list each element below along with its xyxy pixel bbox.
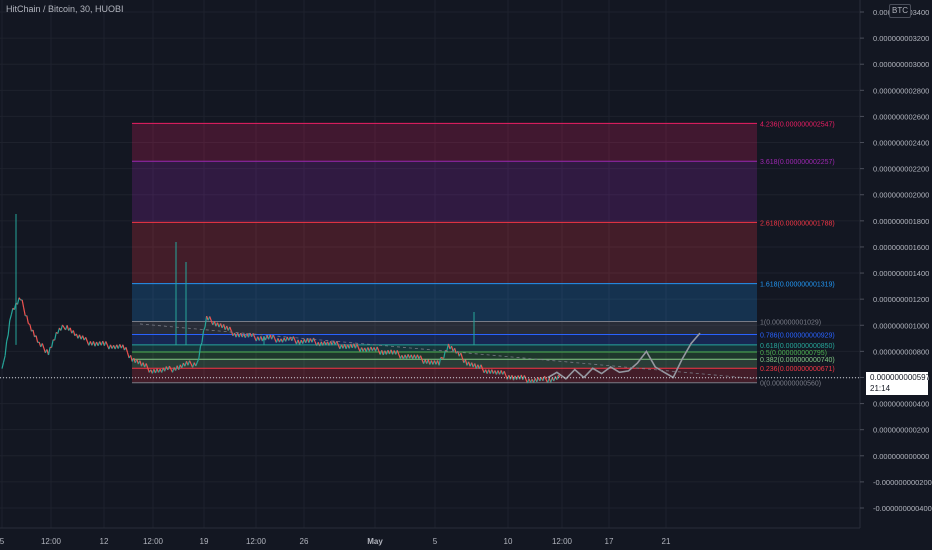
fib-level-label: 4.236(0.000000002547) <box>760 121 835 128</box>
y-tick-label: 0.000000002600 <box>873 112 929 121</box>
price-axis[interactable]: 0.0000000034000.0000000032000.0000000030… <box>859 0 932 550</box>
fib-zone <box>132 344 757 353</box>
price-candle <box>72 330 76 336</box>
price-candle <box>2 355 6 363</box>
x-tick-label: 10 <box>504 537 513 546</box>
price-candle <box>35 335 39 343</box>
y-tick-label: 0.000000003000 <box>873 60 929 69</box>
fib-level-label: 1(0.000000001029) <box>760 319 821 326</box>
price-candle <box>54 332 57 341</box>
price-candle <box>60 324 64 331</box>
x-tick-label: 19 <box>200 537 209 546</box>
fibonacci-extension[interactable]: 4.236(0.000000002547) 3.618(0.00000000225… <box>132 121 835 388</box>
fib-level-label: 0.382(0.000000000740) <box>760 357 835 364</box>
price-candle <box>6 334 9 342</box>
price-candle <box>41 343 45 349</box>
fib-level-label: 0.5(0.000000000795) <box>760 350 827 357</box>
x-tick-label: 21 <box>662 537 671 546</box>
fib-zone <box>132 368 757 383</box>
price-candle <box>28 323 31 325</box>
fib-level-label: 0.786(0.000000000929) <box>760 333 835 340</box>
y-tick-label: 0.000000001800 <box>873 217 929 226</box>
y-tick-label: 0.000000002400 <box>873 139 929 148</box>
price-candle <box>85 337 88 342</box>
price-candle <box>4 341 8 356</box>
fib-zone <box>132 334 757 345</box>
x-tick-label: 17 <box>605 537 614 546</box>
y-tick-label: -0.000000000400 <box>873 504 932 513</box>
chart-title: HitChain / Bitcoin, 30, HUOBI <box>6 4 124 14</box>
y-tick-label: 0.000000000400 <box>873 400 929 409</box>
y-tick-label: 0.000000001400 <box>873 269 929 278</box>
x-tick-label: 12 <box>100 537 109 546</box>
last-price-value: 0.0000000005976 <box>870 373 932 382</box>
price-candle <box>21 299 25 308</box>
y-tick-label: 0.000000001600 <box>873 243 929 252</box>
y-tick-label: 0.000000000800 <box>873 347 929 356</box>
fib-zone <box>132 161 757 223</box>
x-tick-label: 5 <box>433 537 438 546</box>
fib-level-label: 3.618(0.000000002257) <box>760 159 835 166</box>
y-tick-label: 0.000000001200 <box>873 295 929 304</box>
fib-zone <box>132 123 757 162</box>
y-tick-label: 0.000000002200 <box>873 165 929 174</box>
fib-level-label: 2.618(0.000000001788) <box>760 220 835 227</box>
price-chart[interactable]: 4.236(0.000000002547) 3.618(0.00000000225… <box>0 0 932 550</box>
x-tick-label: 12:00 <box>41 537 62 546</box>
y-tick-label: 0.000000002000 <box>873 191 929 200</box>
x-tick-label: 12:00 <box>552 537 573 546</box>
price-candle <box>7 320 11 335</box>
bar-countdown: 21:14 <box>870 384 891 393</box>
fib-level-label: 0.236(0.000000000671) <box>760 366 835 373</box>
price-candle <box>105 341 108 346</box>
x-tick-label: 12:00 <box>143 537 164 546</box>
y-tick-label: 0.000000002800 <box>873 86 929 95</box>
y-tick-label: 0.000000000000 <box>873 452 929 461</box>
y-tick-label: 0.000000001000 <box>873 321 929 330</box>
y-tick-label: 0.000000003200 <box>873 34 929 43</box>
price-candle <box>32 329 36 337</box>
time-axis[interactable]: 5 12:00 12 12:00 19 12:00 26 May 5 10 12:00 17 21 <box>0 527 860 546</box>
price-candle <box>47 347 51 356</box>
price-candle <box>18 297 22 301</box>
x-tick-label: May <box>367 537 383 546</box>
y-tick-label: -0.000000000200 <box>873 478 932 487</box>
fib-level-label: 1.618(0.000000001319) <box>760 282 835 289</box>
scale-currency-badge[interactable]: BTC <box>889 4 911 18</box>
x-tick-label: 12:00 <box>246 537 267 546</box>
price-candle <box>57 327 60 334</box>
price-candle <box>23 307 26 316</box>
price-candle <box>26 315 29 324</box>
y-tick-label: 0.000000000200 <box>873 426 929 435</box>
x-tick-label: 26 <box>300 537 309 546</box>
price-candle <box>9 314 12 321</box>
fib-level-label: 0(0.000000000560) <box>760 381 821 388</box>
last-price-label: 0.0000000005976 21:14 <box>866 372 932 395</box>
price-candle <box>10 308 14 316</box>
price-candle <box>51 339 54 348</box>
price-candle <box>125 347 129 353</box>
x-tick-label: 5 <box>0 537 5 546</box>
fib-zone <box>132 283 757 322</box>
fib-zone <box>132 222 757 284</box>
fib-level-label: 0.618(0.000000000850) <box>760 343 835 350</box>
fib-zone <box>132 359 757 369</box>
